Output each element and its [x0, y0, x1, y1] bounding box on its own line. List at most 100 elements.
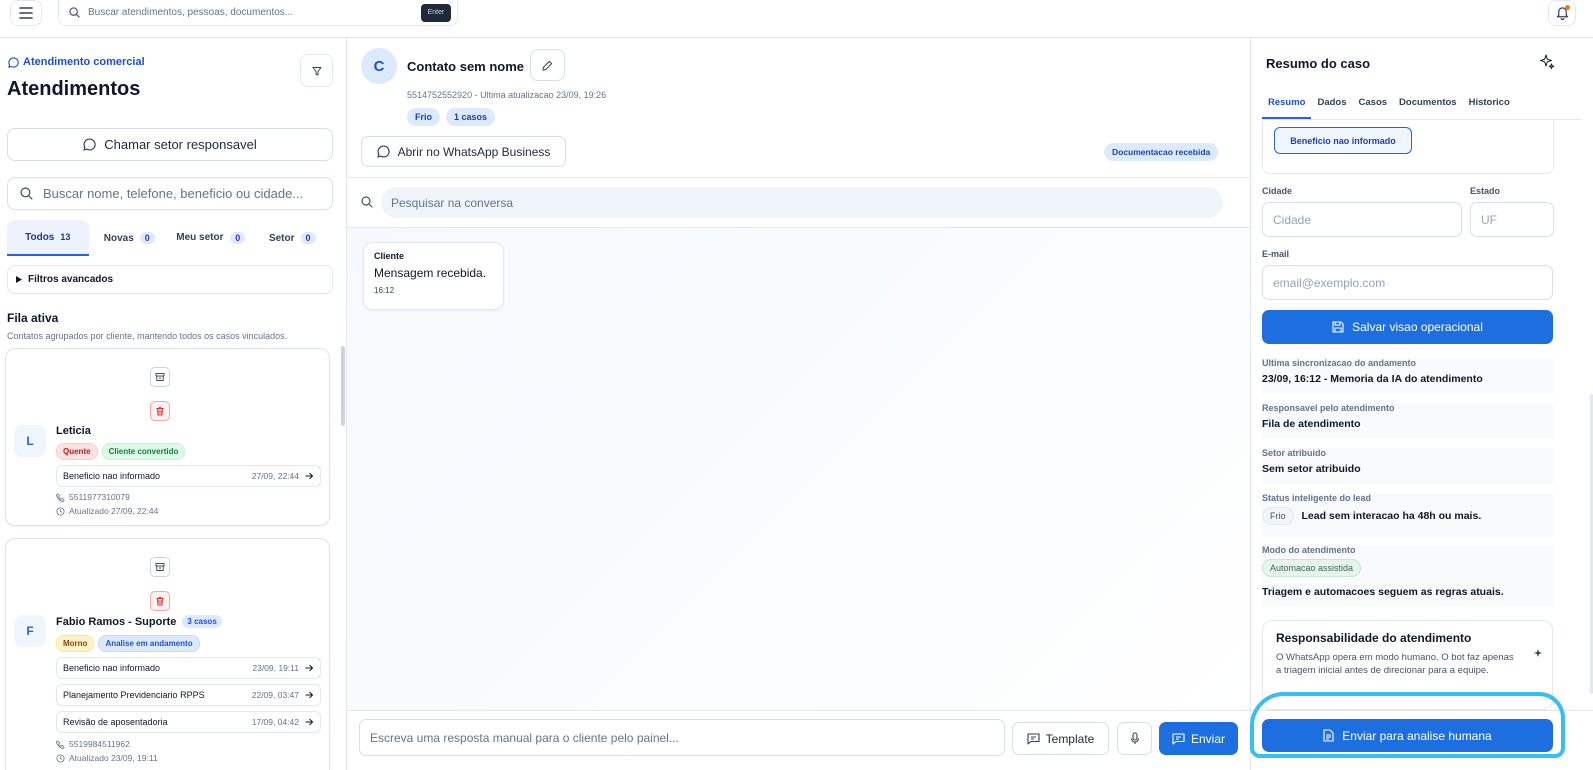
conversation-search-input[interactable]: Pesquisar na conversa: [381, 187, 1223, 218]
microphone-button[interactable]: [1117, 722, 1152, 755]
conversation-panel: C Contato sem nome 5514752552920 - Ultim…: [347, 38, 1250, 770]
tab-label: Todos: [25, 231, 55, 243]
archive-button[interactable]: [150, 367, 170, 387]
breadcrumb[interactable]: Atendimento comercial: [8, 56, 145, 68]
city-input[interactable]: Cidade: [1262, 202, 1462, 237]
state-input[interactable]: UF: [1470, 202, 1554, 237]
advanced-filters-toggle[interactable]: Filtros avancados: [7, 265, 333, 294]
case-name: Planejamento Previdenciario RPPS: [63, 690, 205, 700]
chat-bubble-icon: [83, 138, 96, 151]
conversation-search-bar: Pesquisar na conversa: [347, 178, 1250, 228]
notification-dot: [1565, 5, 1570, 10]
summary-title: Resumo do caso: [1266, 56, 1371, 71]
search-icon: [20, 187, 33, 200]
attendances-panel: Atendimento comercial Atendimentos Chama…: [0, 38, 347, 770]
trash-icon: [156, 407, 164, 416]
global-search[interactable]: Buscar atendimentos, pessoas, documentos…: [58, 0, 458, 26]
message-square-icon: [1027, 732, 1040, 745]
tab-meu-setor[interactable]: Meu setor 0: [170, 220, 252, 256]
tab-documentos[interactable]: Documentos: [1393, 94, 1463, 119]
sparkle-icon: [1534, 649, 1542, 657]
lead-status-value: Lead sem interacao ha 48h ou mais.: [1301, 510, 1482, 522]
reply-input[interactable]: Escreva uma resposta manual para o clien…: [359, 719, 1005, 756]
sector-info: Setor atribuido Sem setor atribuido: [1262, 448, 1553, 484]
delete-button[interactable]: [150, 401, 170, 421]
lead-status-info: Status inteligente do lead Frio Lead sem…: [1262, 493, 1553, 537]
send-to-human-review-button[interactable]: Enviar para analise humana: [1262, 719, 1553, 752]
reply-placeholder: Escreva uma resposta manual para o clien…: [370, 730, 679, 745]
responsible-info: Responsavel pelo atendimento Fila de ate…: [1262, 403, 1553, 439]
breadcrumb-label: Atendimento comercial: [23, 56, 145, 68]
contact-header: C Contato sem nome 5514752552920 - Ultim…: [347, 38, 1250, 178]
case-summary-panel: Resumo do caso Resumo Dados Casos Docume…: [1250, 38, 1593, 770]
summary-footer: Enviar para analise humana: [1251, 710, 1593, 770]
tab-todos[interactable]: Todos 13: [7, 220, 89, 256]
email-input[interactable]: email@exemplo.com: [1262, 265, 1553, 300]
case-row[interactable]: Revisão de aposentadoria 17/09, 04:42: [56, 711, 321, 733]
tab-novas[interactable]: Novas 0: [89, 220, 171, 256]
responsible-value: Fila de atendimento: [1262, 418, 1361, 430]
sync-label: Ultima sincronizacao do andamento: [1262, 358, 1417, 368]
template-button[interactable]: Template: [1012, 722, 1109, 755]
menu-button[interactable]: [10, 0, 42, 26]
status-badge: Cliente convertido: [101, 443, 186, 460]
client-card[interactable]: F Fabio Ramos - Suporte 3 casos Morno An…: [5, 538, 330, 770]
pencil-icon: [542, 60, 553, 71]
mode-label: Modo do atendimento: [1262, 545, 1356, 555]
case-date: 23/09, 19:11: [252, 663, 299, 673]
send-button[interactable]: Enviar: [1159, 722, 1238, 755]
client-name-text: Leticia: [56, 425, 91, 437]
chat-bubble-icon: [376, 145, 390, 158]
message-text: Mensagem recebida.: [374, 266, 487, 280]
case-row[interactable]: Beneficio nao informado 27/09, 22:44: [56, 465, 321, 487]
tab-historico[interactable]: Historico: [1463, 94, 1516, 119]
case-name: Revisão de aposentadoria: [63, 717, 168, 727]
phone-text: 5511977310079: [69, 492, 130, 502]
state-placeholder: UF: [1481, 212, 1497, 227]
attendance-search-input[interactable]: Buscar nome, telefone, beneficio ou cida…: [7, 177, 333, 210]
top-bar: Buscar atendimentos, pessoas, documentos…: [0, 0, 1593, 38]
delete-button[interactable]: [150, 591, 170, 611]
notifications-button[interactable]: [1548, 0, 1576, 26]
archive-button[interactable]: [150, 557, 170, 577]
mode-value: Triagem e automacoes seguem as regras at…: [1262, 586, 1504, 598]
contact-meta: 5514752552920 - Ultima atualizacao 23/09…: [407, 90, 607, 100]
responsibility-title: Responsabilidade do atendimento: [1276, 631, 1472, 645]
call-sector-button[interactable]: Chamar setor responsavel: [7, 128, 333, 161]
benefit-button[interactable]: Beneficio nao informado: [1274, 127, 1412, 154]
left-scrollbar[interactable]: [341, 346, 345, 426]
responsibility-description: O WhatsApp opera em modo humano. O bot f…: [1276, 652, 1514, 676]
filter-button[interactable]: [300, 54, 333, 87]
client-name: Fabio Ramos - Suporte 3 casos: [56, 615, 222, 628]
open-whatsapp-button[interactable]: Abrir no WhatsApp Business: [361, 136, 566, 167]
chat-area: Cliente Mensagem recebida. 16:12: [347, 228, 1250, 710]
case-row[interactable]: Beneficio nao informado 23/09, 19:11: [56, 657, 321, 679]
call-sector-label: Chamar setor responsavel: [104, 137, 257, 152]
phone-icon: [56, 739, 65, 749]
client-name-text: Fabio Ramos - Suporte: [56, 615, 177, 628]
tab-setor[interactable]: Setor 0: [252, 220, 334, 256]
document-icon: [1323, 729, 1334, 742]
client-updated: Atualizado 27/09, 22:44: [56, 506, 158, 516]
message-square-icon: [1172, 732, 1185, 745]
save-operational-view-button[interactable]: Salvar visao operacional: [1262, 310, 1553, 344]
message-sender: Cliente: [374, 251, 405, 261]
tab-casos[interactable]: Casos: [1353, 94, 1394, 119]
tab-dados[interactable]: Dados: [1311, 94, 1352, 119]
avatar: F: [14, 615, 46, 647]
avatar: L: [14, 425, 46, 457]
cases-pill: 1 casos: [446, 108, 496, 126]
city-label: Cidade: [1262, 186, 1293, 196]
case-row[interactable]: Planejamento Previdenciario RPPS 22/09, …: [56, 684, 321, 706]
client-updated: Atualizado 23/09, 19:11: [56, 753, 158, 763]
email-placeholder: email@exemplo.com: [1273, 275, 1386, 290]
enter-button[interactable]: Enter: [421, 3, 451, 22]
archive-icon: [155, 373, 165, 381]
client-badges: Morno Analise em andamento: [56, 635, 200, 652]
sparkle-icon[interactable]: [1539, 54, 1555, 70]
send-label: Enviar: [1190, 731, 1225, 746]
search-icon: [69, 7, 80, 18]
edit-contact-button[interactable]: [530, 49, 565, 81]
tab-resumo[interactable]: Resumo: [1262, 94, 1312, 119]
client-card[interactable]: L Leticia Quente Cliente convertido Bene…: [5, 348, 330, 526]
